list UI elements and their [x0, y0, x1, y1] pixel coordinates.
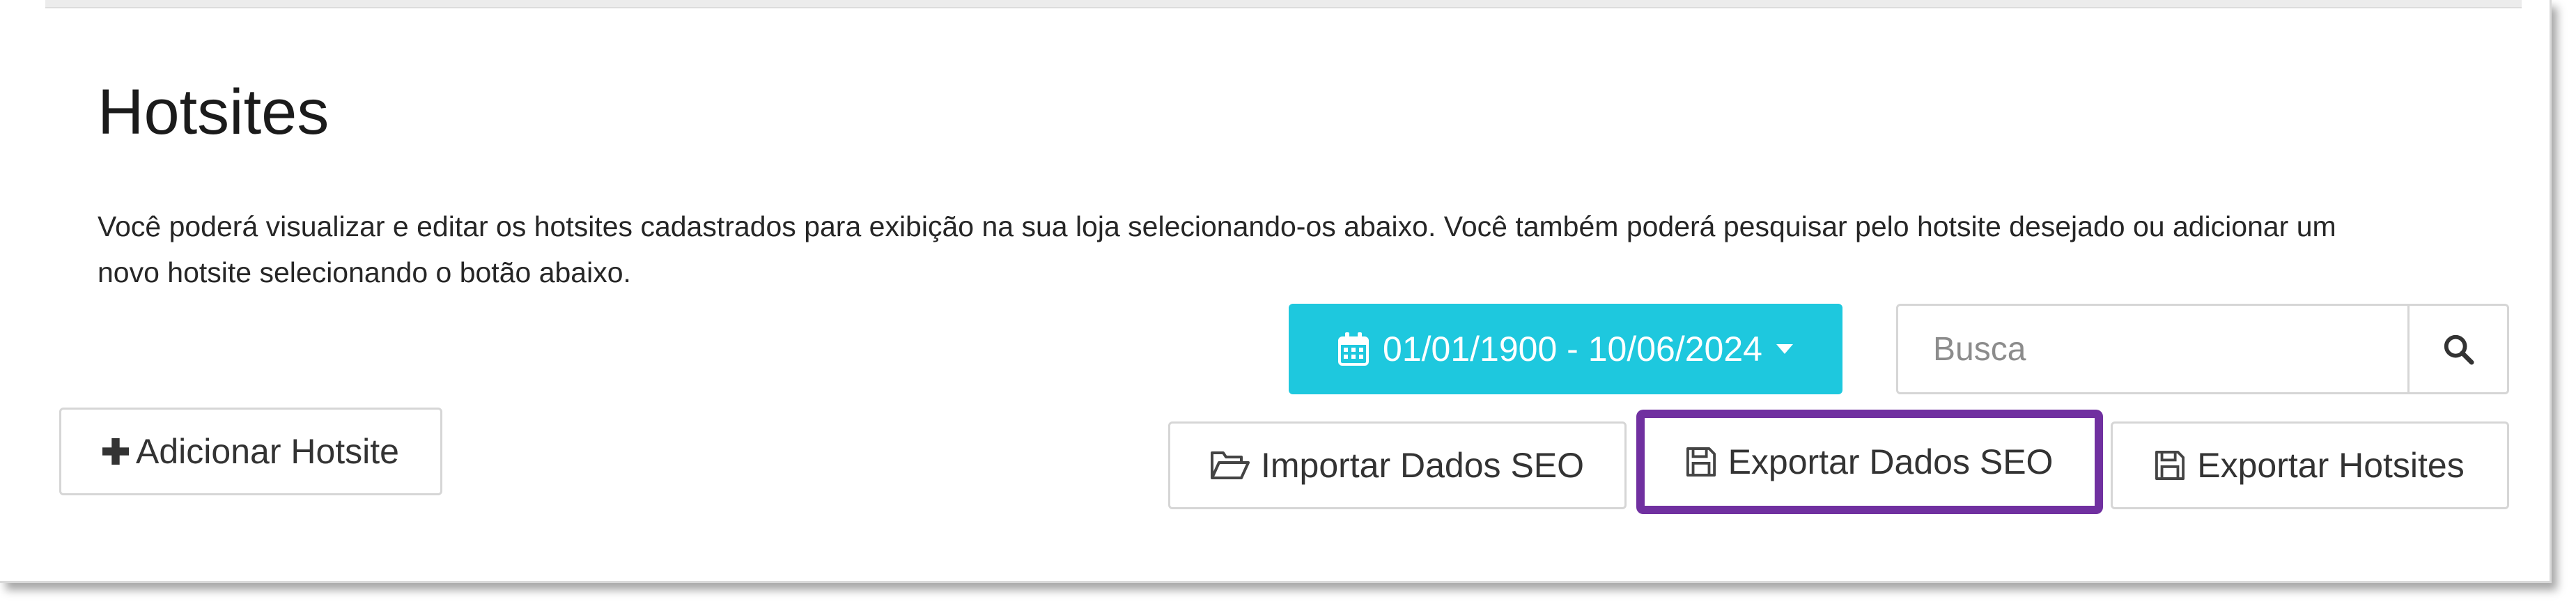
search-button[interactable]	[2407, 306, 2507, 392]
hotsites-panel: Hotsites Você poderá visualizar e editar…	[0, 0, 2552, 583]
import-seo-button[interactable]: Importar Dados SEO	[1168, 421, 1627, 509]
import-seo-label: Importar Dados SEO	[1260, 446, 1585, 485]
folder-open-icon	[1210, 450, 1250, 481]
plus-icon	[102, 438, 130, 465]
page-description: Você poderá visualizar e editar os hotsi…	[98, 210, 2336, 288]
search-group	[1896, 304, 2509, 394]
date-range-picker-button[interactable]: 01/01/1900 - 10/06/2024	[1289, 304, 1842, 394]
date-range-label: 01/01/1900 - 10/06/2024	[1383, 330, 1762, 369]
panel-top-divider	[45, 0, 2522, 8]
calendar-icon	[1338, 332, 1370, 366]
add-hotsite-button[interactable]: Adicionar Hotsite	[59, 408, 442, 495]
export-seo-button[interactable]: Exportar Dados SEO	[1636, 410, 2103, 514]
export-hotsites-button[interactable]: Exportar Hotsites	[2111, 421, 2509, 509]
add-hotsite-label: Adicionar Hotsite	[136, 432, 399, 471]
floppy-disk-icon	[2155, 451, 2185, 480]
search-icon	[2442, 333, 2474, 365]
caret-down-icon	[1776, 344, 1793, 354]
floppy-disk-icon	[1686, 447, 1716, 477]
export-hotsites-label: Exportar Hotsites	[2197, 446, 2465, 485]
search-input[interactable]	[1898, 306, 2407, 392]
page-title: Hotsites	[98, 77, 329, 148]
export-seo-label: Exportar Dados SEO	[1728, 442, 2054, 481]
